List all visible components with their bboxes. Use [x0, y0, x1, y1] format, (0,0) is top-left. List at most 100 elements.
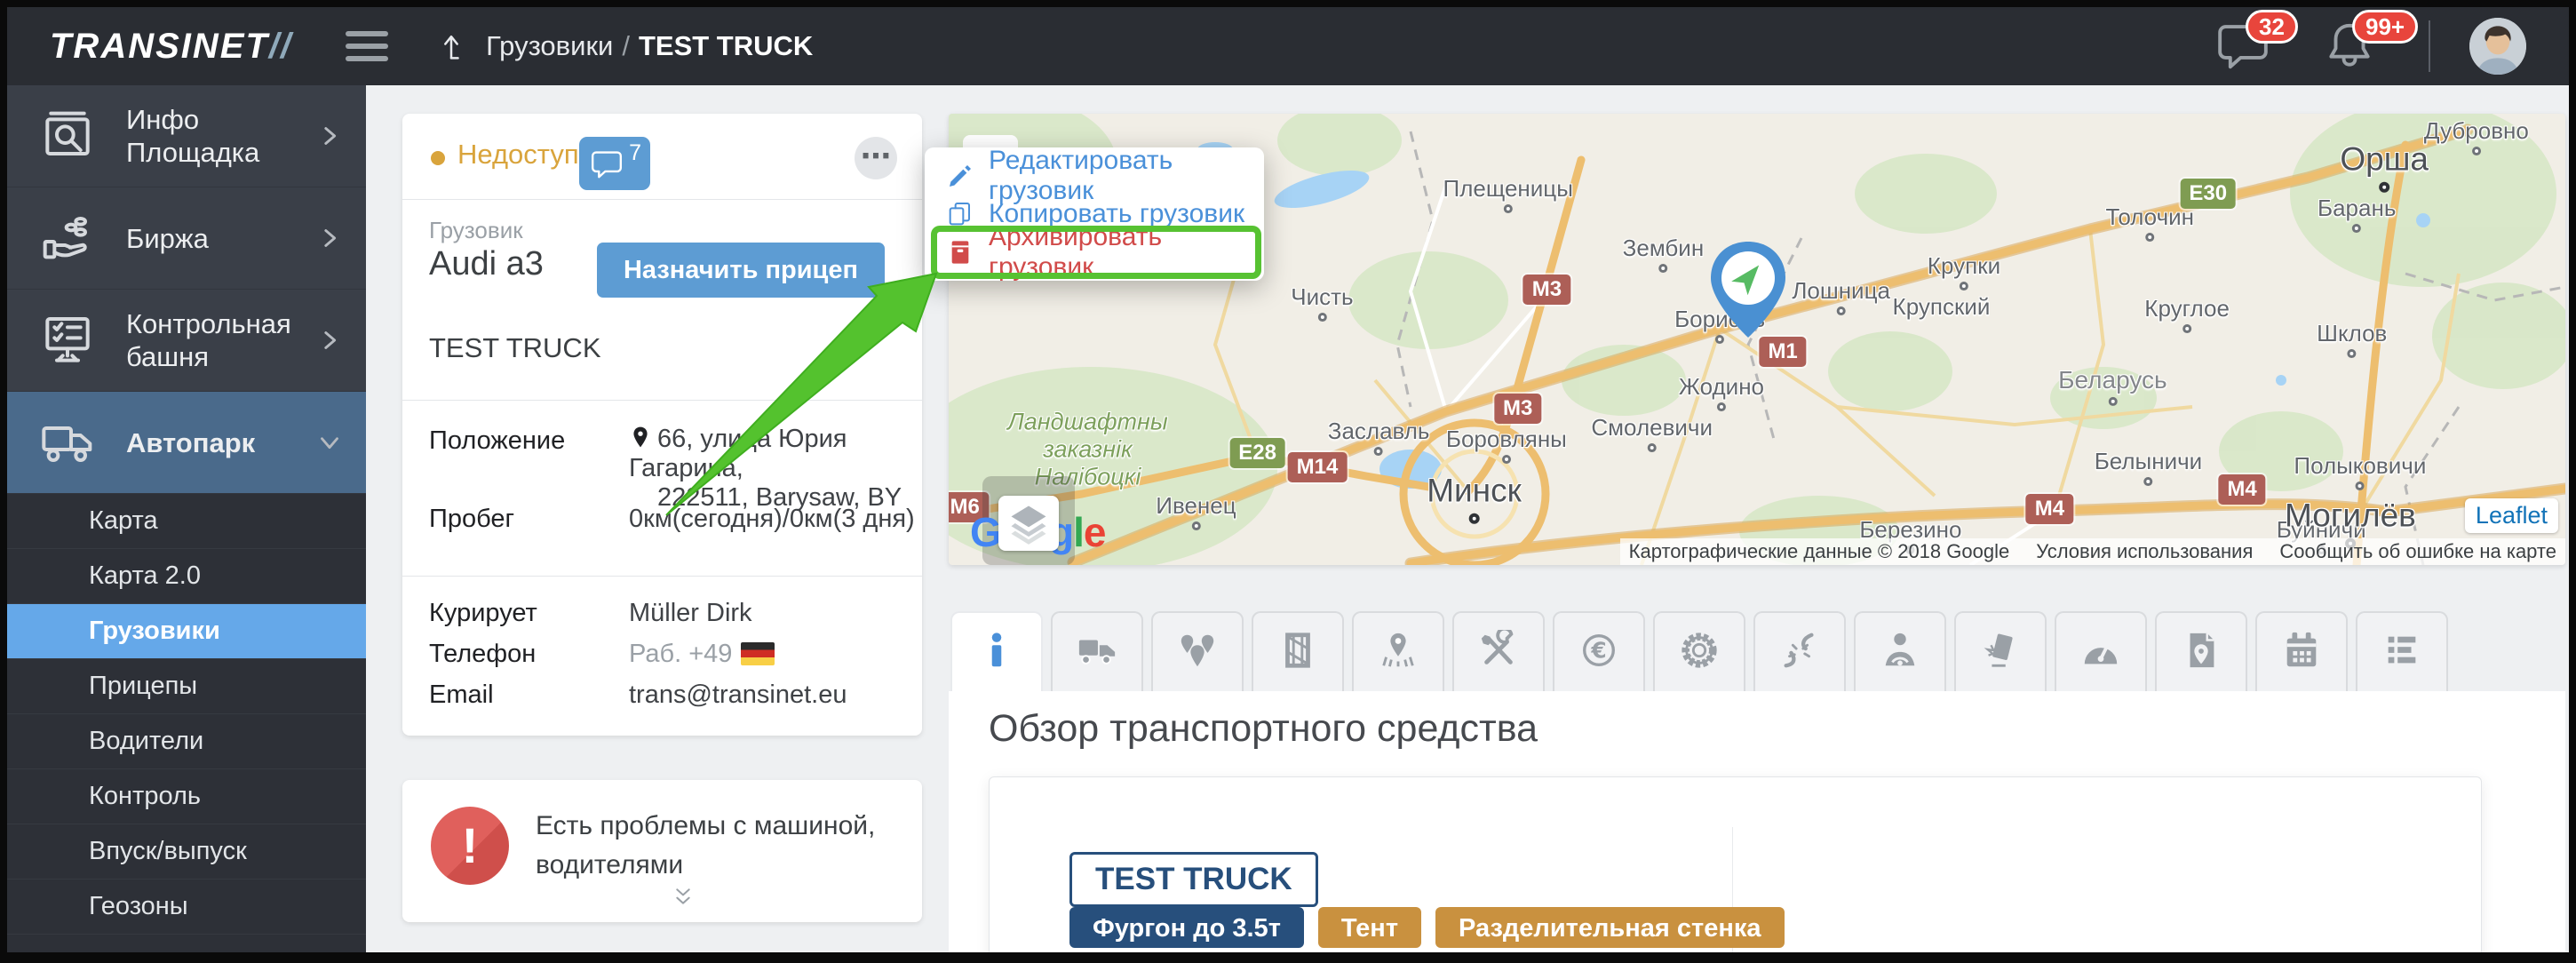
vehicle-tab[interactable]: [950, 611, 1043, 691]
vehicle-tab[interactable]: [1452, 611, 1545, 691]
divider: [402, 199, 922, 200]
vehicle-name-badge: TEST TRUCK: [1069, 852, 1318, 907]
map-town-label: Ивенец: [1156, 493, 1236, 520]
vehicle-tab[interactable]: [2155, 611, 2247, 691]
sidebar-item[interactable]: Биржа: [7, 187, 366, 290]
avatar[interactable]: [2469, 18, 2526, 75]
vehicle-type-value: Audi a3: [429, 245, 544, 283]
warning-icon: !: [431, 807, 509, 885]
vehicle-tag: Фургон до 3.5т: [1069, 907, 1304, 948]
tab-doc-pin-icon: [2181, 630, 2222, 675]
tab-list-icon: [2381, 630, 2422, 675]
report-error-link[interactable]: Сообщить об ошибке на карте: [2279, 540, 2556, 563]
map-copyright: Картографические данные © 2018 Google: [1629, 540, 2010, 563]
sidebar-item[interactable]: Контрольная башня: [7, 290, 366, 392]
tab-euro-icon: €: [1578, 630, 1619, 675]
vehicle-map-marker-icon[interactable]: [1697, 238, 1800, 341]
sidebar-item[interactable]: Инфо Площадка: [7, 85, 366, 187]
vehicle-tags-row1: Фургон до 3.5тТентРазделительная стенка: [1069, 907, 1785, 948]
leaflet-attribution[interactable]: Leaflet: [2465, 498, 2558, 533]
vehicle-tab[interactable]: [1653, 611, 1745, 691]
sidebar-subitem[interactable]: Геозоны: [7, 879, 366, 935]
messages-button[interactable]: 32: [2215, 19, 2270, 74]
vehicle-tab[interactable]: €: [1553, 611, 1645, 691]
sidebar-main-nav: Инфо Площадка Биржа Контрольная башня Ав…: [7, 85, 366, 494]
vehicle-tab[interactable]: [1352, 611, 1444, 691]
phone-value: Раб. +49: [629, 640, 775, 669]
sidebar-subitem[interactable]: Грузовики: [7, 604, 366, 659]
sidebar-item-label: Биржа: [126, 222, 314, 255]
map-town-label: Жодино: [1679, 374, 1764, 401]
expand-double-chevron-icon[interactable]: [669, 885, 697, 913]
back-up-icon[interactable]: [438, 28, 473, 64]
sidebar-item-label: Автопарк: [126, 426, 314, 459]
sidebar-subitem-label: Водители: [89, 727, 203, 756]
notifications-badge: 99+: [2352, 10, 2418, 44]
phone-label: Телефон: [429, 640, 536, 669]
email-value: trans@transinet.eu: [629, 680, 847, 710]
sidebar-subitem[interactable]: Контроль: [7, 769, 366, 824]
tab-truck-icon: [1077, 630, 1117, 675]
more-options-button[interactable]: ⋯: [855, 137, 897, 179]
road-badge: Е30: [2180, 179, 2236, 209]
assign-trailer-button[interactable]: Назначить прицеп: [597, 243, 885, 298]
map-town-label: Орша: [2340, 141, 2429, 179]
map-town-label: Дубровно: [2424, 118, 2529, 145]
position-value: 66, улица Юрия Гагарина, 222511, Barysaw…: [629, 425, 922, 513]
vehicle-tab[interactable]: [1051, 611, 1143, 691]
sidebar-item[interactable]: Автопарк: [7, 392, 366, 494]
sidebar-sub-nav: Карта Карта 2.0 Грузовики Прицепы Водите…: [7, 494, 366, 935]
sidebar-subitem[interactable]: Прицепы: [7, 659, 366, 714]
brand-suffix: //: [269, 27, 292, 66]
layers-icon: [998, 539, 1059, 554]
tab-damage-icon: [1980, 630, 2021, 675]
map-town-label: Смолевичи: [1591, 415, 1713, 442]
map-town-label: Шклов: [2317, 321, 2387, 347]
sidebar-subitem-label: Геозоны: [89, 892, 188, 921]
brand-name: TRANSINET: [50, 27, 269, 66]
topbar-divider: [2429, 20, 2430, 72]
vehicle-tab[interactable]: [2255, 611, 2348, 691]
vehicle-tab[interactable]: [1854, 611, 1946, 691]
breadcrumb-section[interactable]: Грузовики: [486, 30, 613, 61]
main-area: Недоступен 7 ⋯ Грузовик Audi a3 Назначит…: [373, 92, 2558, 952]
terms-link[interactable]: Условия использования: [2036, 540, 2253, 563]
map-town-label: Могилёв: [2285, 497, 2416, 536]
archive-icon: [946, 238, 974, 267]
divider: [402, 576, 922, 577]
menu-toggle-icon[interactable]: [346, 24, 388, 68]
location-pin-icon: [629, 426, 652, 449]
sidebar-subitem[interactable]: Впуск/выпуск: [7, 824, 366, 879]
vehicle-tab[interactable]: [2356, 611, 2448, 691]
pencil-icon: [946, 162, 974, 190]
app-window: TRANSINET// Грузовики/TEST TRUCK 32 99+: [7, 7, 2569, 952]
vehicle-tab[interactable]: [2055, 611, 2147, 691]
brand-logo[interactable]: TRANSINET//: [50, 27, 292, 67]
context-menu-item[interactable]: Архивировать грузовик: [925, 233, 1264, 271]
notifications-button[interactable]: 99+: [2322, 19, 2377, 74]
chevron-right-icon: [314, 121, 345, 151]
context-menu-item[interactable]: Редактировать грузовик: [925, 156, 1264, 195]
vehicle-tab[interactable]: [1753, 611, 1846, 691]
svg-text:€: €: [1590, 637, 1606, 663]
map-town-label: Барань: [2318, 195, 2396, 222]
vehicle-chat-button[interactable]: 7: [579, 137, 650, 190]
context-menu: Редактировать грузовик Копировать грузов…: [925, 147, 1264, 281]
sidebar-subitem[interactable]: Карта: [7, 494, 366, 549]
vehicle-tab[interactable]: [1252, 611, 1344, 691]
top-bar: TRANSINET// Грузовики/TEST TRUCK 32 99+: [7, 7, 2569, 85]
map-town-label: Крупский: [1893, 294, 1991, 321]
map-layers-button[interactable]: [998, 496, 1059, 551]
sidebar-subitem[interactable]: Водители: [7, 714, 366, 769]
page-title: Обзор транспортного средства: [989, 707, 1538, 751]
sidebar-subitem[interactable]: Карта 2.0: [7, 549, 366, 604]
vehicle-tag: Тент: [1318, 907, 1421, 948]
tab-tire-icon: [1679, 630, 1720, 675]
vehicle-tab[interactable]: [1151, 611, 1244, 691]
vehicle-tabs: €: [950, 611, 2448, 691]
search-window-icon: [39, 107, 96, 164]
warning-card: ! Есть проблемы с машиной, водителями: [402, 780, 922, 922]
vehicle-tab[interactable]: [1954, 611, 2047, 691]
chevron-down-icon: [314, 427, 345, 458]
map-attribution: Картографические данные © 2018 Google Ус…: [1620, 538, 2565, 565]
